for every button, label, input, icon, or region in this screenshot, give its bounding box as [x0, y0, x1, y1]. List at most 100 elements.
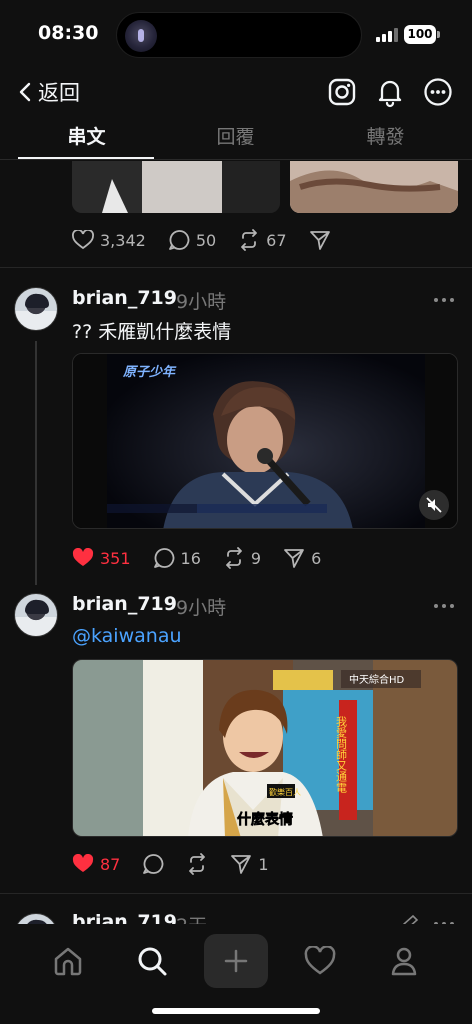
like-count: 351 [100, 548, 131, 568]
person-icon [391, 947, 417, 976]
profile-tabs: 串文 回覆 轉發 [0, 116, 472, 160]
post-text: @kaiwanau [72, 625, 182, 647]
more-icon[interactable] [432, 295, 456, 305]
instagram-icon [328, 78, 356, 106]
back-label: 返回 [38, 81, 80, 105]
heart-icon [72, 230, 94, 250]
repost-button[interactable]: 9 [223, 547, 261, 569]
home-indicator [152, 1008, 320, 1014]
post-image[interactable]: 中天綜合HD 我愛問師又通電 歡樂百人 什麼表情 [72, 659, 458, 837]
camera-icon [125, 20, 157, 52]
post-time: 9小時 [176, 291, 227, 313]
send-icon [309, 231, 330, 250]
previous-post-actions: 3,342 50 67 [72, 225, 353, 255]
instagram-button[interactable] [326, 76, 358, 108]
nav-profile[interactable] [372, 934, 436, 988]
reply-button[interactable]: 16 [153, 547, 201, 569]
share-count: 1 [258, 854, 269, 874]
post-video[interactable]: 原子少年 [72, 353, 458, 529]
reply-count: 16 [180, 548, 201, 568]
battery-icon: 100 [404, 25, 440, 44]
post-text: ?? 禾雁凱什麼表情 [72, 321, 232, 343]
tab-replies[interactable]: 回覆 [157, 116, 314, 160]
repost-icon [189, 853, 206, 875]
avatar[interactable] [14, 287, 58, 331]
status-bar: 08:30 100 [0, 0, 472, 70]
like-button[interactable]: 3,342 [72, 230, 146, 250]
bell-icon [378, 80, 402, 108]
back-button[interactable]: 返回 [16, 76, 80, 108]
nav-activity[interactable] [288, 934, 352, 988]
like-button[interactable]: 87 [72, 854, 120, 874]
thread-line [35, 341, 37, 585]
repost-icon [241, 229, 258, 251]
mention-link[interactable]: @kaiwanau [72, 625, 182, 647]
bottom-nav [0, 924, 472, 1024]
feed[interactable]: 3,342 50 67 brian_719 9小時 ?? 禾雁凱什麼表情 原子少… [0, 161, 472, 924]
heart-icon [304, 946, 336, 975]
tab-reposts[interactable]: 轉發 [307, 116, 464, 160]
post-username[interactable]: brian_719 [72, 287, 177, 309]
nav-create[interactable] [204, 934, 268, 988]
plus-icon [224, 949, 248, 973]
home-icon [54, 947, 82, 976]
repost-icon [226, 547, 242, 569]
share-button[interactable]: 1 [230, 853, 269, 875]
share-count: 6 [311, 548, 322, 568]
mute-button[interactable] [419, 490, 449, 520]
send-icon [231, 855, 252, 874]
signal-icon [376, 26, 398, 42]
reply-button[interactable]: 50 [168, 229, 216, 251]
share-button[interactable] [309, 229, 331, 251]
post-username[interactable]: brian_719 [72, 593, 177, 615]
reply-count: 50 [195, 230, 217, 250]
notifications-button[interactable] [374, 76, 406, 108]
post-image[interactable] [72, 161, 280, 213]
post-image[interactable] [290, 161, 458, 213]
post-time: 9小時 [176, 597, 227, 619]
dynamic-island [116, 12, 362, 58]
nav-home[interactable] [36, 934, 100, 988]
comment-icon [153, 548, 174, 568]
tab-threads[interactable]: 串文 [8, 116, 165, 160]
share-button[interactable]: 6 [283, 547, 321, 569]
banner-text: 我愛問師又通電 [335, 716, 348, 793]
heart-filled-icon [72, 854, 94, 872]
image-caption: 什麼表情 [237, 811, 293, 828]
repost-count: 67 [266, 230, 287, 250]
reply-button[interactable] [142, 853, 164, 875]
post-actions: 87 1 [72, 849, 291, 879]
nav-search[interactable] [120, 934, 184, 988]
more-options-button[interactable] [422, 76, 454, 108]
avatar[interactable] [14, 913, 58, 924]
active-tab-indicator [18, 157, 154, 159]
name-tag: 歡樂百人 [269, 787, 301, 797]
heart-filled-icon [72, 548, 94, 566]
repost-button[interactable] [186, 853, 208, 875]
comment-icon [143, 854, 164, 874]
previous-post-images [72, 161, 472, 213]
chevron-left-icon [19, 82, 31, 102]
search-icon [138, 947, 167, 976]
like-button[interactable]: 351 [72, 548, 131, 568]
top-header: 返回 [0, 70, 472, 114]
post-time: 2天 [176, 911, 207, 924]
avatar[interactable] [14, 593, 58, 637]
channel-logo: 中天綜合HD [349, 673, 405, 686]
more-icon[interactable] [432, 601, 456, 611]
post: brian_719 9小時 @kaiwanau 中天綜合HD 我愛問師又通電 歡… [0, 587, 472, 887]
video-show-logo: 原子少年 [122, 364, 177, 380]
like-count: 87 [100, 854, 121, 874]
edit-icon [403, 915, 419, 924]
repost-count: 9 [250, 548, 262, 568]
send-icon [284, 549, 304, 568]
repost-button[interactable]: 67 [238, 229, 287, 251]
more-circle-icon [424, 78, 452, 106]
speaker-muted-icon [426, 497, 442, 513]
status-time: 08:30 [38, 22, 99, 44]
comment-icon [168, 230, 190, 250]
post: brian_719 2天 [0, 893, 472, 924]
post-username[interactable]: brian_719 [72, 911, 177, 924]
like-count: 3,342 [100, 230, 146, 250]
post: brian_719 9小時 ?? 禾雁凱什麼表情 原子少年 351 16 9 6 [0, 267, 472, 587]
